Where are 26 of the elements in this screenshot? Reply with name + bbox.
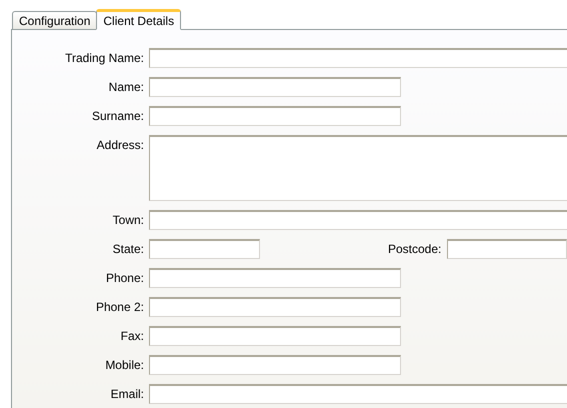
field-label: Phone: [104,270,145,287]
field-label: Surname: [90,108,145,125]
field-label: State: [112,241,145,258]
field-label: Town: [112,212,145,229]
field-label: Mobile: [104,357,145,374]
field-label: Phone 2: [94,299,145,316]
input-field[interactable] [149,355,401,375]
input-field[interactable] [149,135,567,201]
input-field[interactable] [149,297,401,317]
input-field[interactable] [149,239,260,259]
input-field[interactable] [149,210,567,230]
input-field[interactable] [149,268,401,288]
field-label: Name: [108,79,145,96]
field-label: Fax: [120,328,145,345]
tab[interactable]: Configuration [12,11,98,29]
field-label: Trading Name: [64,50,145,67]
input-field[interactable] [149,384,567,404]
field-label: Postcode: [388,241,442,258]
input-field[interactable] [447,239,567,259]
input-field[interactable] [149,48,567,68]
input-field[interactable] [149,77,401,97]
input-field[interactable] [149,326,401,346]
tab[interactable]: Client Details [96,9,182,30]
field-label: Address: [96,137,145,154]
input-field[interactable] [149,106,401,126]
field-label: Email: [110,386,145,403]
